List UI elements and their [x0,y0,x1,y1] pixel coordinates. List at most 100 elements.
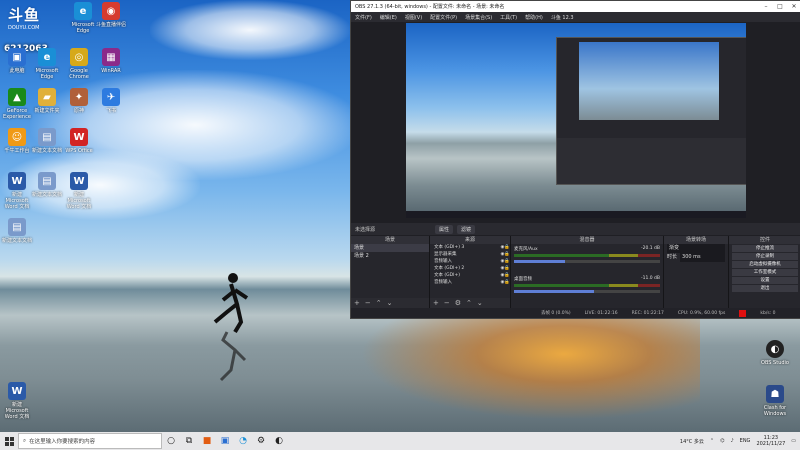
volume-fill [514,290,595,293]
lock-icon[interactable]: 🔒 [504,258,510,265]
scene-item[interactable]: 场景 [351,244,429,252]
filters-button[interactable]: 滤镜 [457,224,476,234]
source-item[interactable]: 音频输入 ◉ 🔒 [430,258,510,265]
obs-window[interactable]: OBS 27.1.3 (64-bit, windows) - 配置文件: 未命名… [350,0,800,319]
desktop-icon-word-doc[interactable]: W 新建 Microsoft Word 文档 [0,172,34,210]
chrome-icon: ◎ [70,48,88,66]
desktop-icon-winrar[interactable]: ▦ WinRAR [94,48,128,74]
maximize-icon[interactable]: □ [773,3,787,10]
scene-item[interactable]: 场景 2 [351,252,429,260]
lock-icon[interactable]: 🔒 [504,265,510,272]
obs-menubar: 文件(F) 编辑(E) 视图(V) 配置文件(P) 场景集合(S) 工具(T) … [351,12,800,22]
add-icon[interactable]: + [354,299,360,307]
douyu-taskbar-icon[interactable]: ■ [198,432,216,450]
lock-icon[interactable]: 🔒 [504,279,510,286]
obs-preview[interactable] [406,23,746,218]
desktop-icon-folder[interactable]: ▰ 新建文件夹 [30,88,64,114]
source-item[interactable]: 文本 (GDI+) 3 ◉ 🔒 [430,244,510,251]
obs-taskbar-icon[interactable]: ◐ [270,432,288,450]
desktop-icon-edge2[interactable]: e Microsoft Edge [30,48,64,80]
volume-slider[interactable] [514,260,660,263]
up-icon[interactable]: ⌃ [376,299,382,307]
desktop-icon-this-pc[interactable]: ▣ 此电脑 [0,48,34,74]
bitrate: kb/s: 0 [760,310,776,316]
channel-db: -11.0 dB [640,276,660,281]
minimize-icon[interactable]: – [759,3,773,10]
search-icon: ⌕ [23,437,27,444]
desktop-icon-text-doc3[interactable]: ▤ 新建文本文档 [0,218,34,244]
desktop-icon-feishu[interactable]: ✈ 飞书 [94,88,128,114]
volume-icon[interactable]: ♪ [730,438,733,444]
word-icon: W [8,172,26,190]
desktop-icon-genshin[interactable]: ✦ 原神 [62,88,96,114]
properties-button[interactable]: 属性 [435,224,454,234]
stop-streaming-button[interactable]: 停止推流 [732,245,798,252]
channel-db: -20.1 dB [640,246,660,251]
volume-slider[interactable] [514,290,660,293]
source-item[interactable]: 显示器采集 ◉ 🔒 [430,251,510,258]
sources-dock: 来源 文本 (GDI+) 3 ◉ 🔒 显示器采集 ◉ 🔒 音频输入 ◉ 🔒 文本 (GDI+… [430,236,510,308]
close-icon[interactable]: ✕ [787,3,800,10]
desktop-icon-text-doc[interactable]: ▤ 新建文本文档 [30,128,64,154]
channel-name: 麦克风/Aux [514,247,538,252]
desktop-icon-geforce[interactable]: ▲ GeForce Experience [0,88,34,120]
up-icon[interactable]: ⌃ [466,299,472,307]
add-icon[interactable]: + [433,299,439,307]
network-icon[interactable]: ⌬ [720,438,724,444]
settings-button[interactable]: 设置 [732,277,798,284]
store-icon[interactable]: ▣ [216,432,234,450]
desktop-icon-tencent-meeting[interactable]: ◉ 斗鱼直播伴侣 [94,2,128,28]
task-view-icon[interactable]: ⧉ [180,432,198,450]
taskbar-search[interactable]: ⌕ 在这里输入你要搜索的内容 [18,433,162,449]
menu-tools[interactable]: 工具(T) [500,14,517,21]
gear-icon[interactable]: ⚙ [455,299,461,307]
start-button[interactable] [0,432,18,450]
menu-scene-collection[interactable]: 场景集合(S) [465,14,492,21]
edge-icon: e [74,2,92,20]
desktop-icon-obs[interactable]: ◐ OBS Studio [758,340,792,366]
weather[interactable]: 14°C 多云 [680,438,704,445]
notification-icon[interactable]: ▭ [791,438,796,444]
desktop-icon-text-doc2[interactable]: ▤ 新建文本文档 [30,172,64,198]
channel-name: 桌面音频 [514,277,532,282]
clock[interactable]: 11:23 2021/11/27 [756,435,785,447]
mixer-channel: 桌面音频 -11.0 dB [511,274,663,304]
remove-icon[interactable]: − [444,299,450,307]
obs-icon: ◐ [766,340,784,358]
folder-icon: ▰ [38,88,56,106]
duration-input[interactable]: 300 ms [680,253,725,262]
virtual-camera-button[interactable]: 启动虚拟摄像机 [732,261,798,268]
transition-select[interactable]: 渐变 [667,244,725,253]
desktop-icon-clash[interactable]: ☗ Clash for Windows [758,385,792,417]
desktop-icon-wps[interactable]: W WPS Office [62,128,96,154]
menu-profile[interactable]: 配置文件(P) [430,14,457,21]
lock-icon[interactable]: 🔒 [504,251,510,258]
source-item[interactable]: 文本 (GDI+) ◉ 🔒 [430,272,510,279]
menu-file[interactable]: 文件(F) [355,14,372,21]
language-indicator[interactable]: ENG [740,438,751,444]
cortana-icon[interactable]: ○ [162,432,180,450]
lock-icon[interactable]: 🔒 [504,244,510,251]
chevron-up-icon[interactable]: ⌃ [710,438,714,444]
studio-mode-button[interactable]: 工作室模式 [732,269,798,276]
menu-douyu[interactable]: 斗鱼 12.3 [551,14,574,21]
level-meter [514,284,660,287]
menu-help[interactable]: 帮助(H) [525,14,543,21]
edge-taskbar-icon[interactable]: ◔ [234,432,252,450]
menu-view[interactable]: 视图(V) [405,14,422,21]
lock-icon[interactable]: 🔒 [504,272,510,279]
down-icon[interactable]: ⌄ [387,299,393,307]
desktop-icon-chrome[interactable]: ◎ Google Chrome [62,48,96,80]
desktop-icon-word-doc2[interactable]: W 新建 Microsoft Word 文档 [62,172,96,210]
menu-edit[interactable]: 编辑(E) [380,14,397,21]
source-item[interactable]: 音频输入 ◉ 🔒 [430,279,510,286]
obs-titlebar[interactable]: OBS 27.1.3 (64-bit, windows) - 配置文件: 未命名… [351,1,800,12]
stop-recording-button[interactable]: 停止录制 [732,253,798,260]
desktop-icon-word-doc3[interactable]: W 新建 Microsoft Word 文档 [0,382,34,420]
exit-button[interactable]: 退出 [732,285,798,292]
desktop-icon-qianniu[interactable]: ☺ 千牛工作台 [0,128,34,154]
settings-icon[interactable]: ⚙ [252,432,270,450]
remove-icon[interactable]: − [365,299,371,307]
down-icon[interactable]: ⌄ [477,299,483,307]
source-item[interactable]: 文本 (GDI+) 2 ◉ 🔒 [430,265,510,272]
